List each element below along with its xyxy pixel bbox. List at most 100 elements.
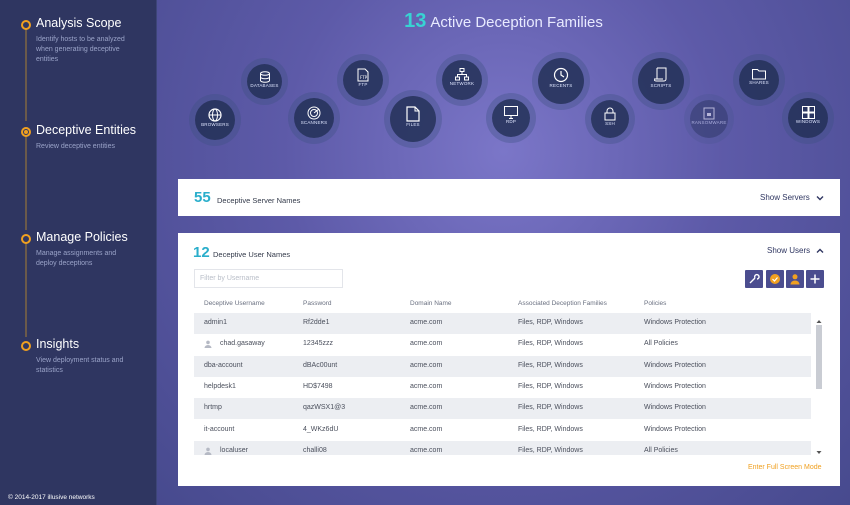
cell-password: dBAc00unt xyxy=(303,362,338,369)
table-row[interactable]: hrtmp qazWSX1@3 acme.com Files, RDP, Window… xyxy=(194,398,811,419)
cell-username: it-account xyxy=(204,426,235,433)
step-title: Deceptive Entities xyxy=(36,123,137,137)
families-heading: 13 Active Deception Families xyxy=(157,10,850,33)
user-icon xyxy=(204,447,212,455)
user-icon xyxy=(790,274,800,285)
families-title: Active Deception Families xyxy=(430,14,603,31)
step-description: Manage assignments and deploy deceptions xyxy=(36,250,117,267)
table-scrollbar[interactable] xyxy=(816,319,822,455)
cell-policy: Windows Protection xyxy=(644,319,706,326)
family-label: SCRIPTS xyxy=(650,83,672,88)
cell-policy: All Policies xyxy=(644,447,678,454)
chevron-down-icon[interactable] xyxy=(816,194,824,202)
family-rdp[interactable]: RDP xyxy=(492,99,530,137)
family-ransomware[interactable]: RANSOMWARE xyxy=(690,100,728,138)
family-windows[interactable]: WINDOWS xyxy=(788,98,828,138)
folder-icon xyxy=(752,69,766,80)
users-card: 12 Deceptive User Names Show Users Filte… xyxy=(178,233,840,486)
scrollbar-thumb[interactable] xyxy=(816,325,822,389)
step-indicator-icon xyxy=(21,20,31,30)
family-label: DATABASES xyxy=(250,83,279,88)
cell-domain: acme.com xyxy=(410,404,443,411)
family-ssh[interactable]: SSH xyxy=(591,100,629,138)
cell-password: HD$7498 xyxy=(303,383,333,390)
scroll-down-icon[interactable] xyxy=(816,450,822,455)
family-network[interactable]: NETWORK xyxy=(442,60,482,100)
cell-domain: acme.com xyxy=(410,426,443,433)
family-label: NETWORK xyxy=(449,81,475,86)
monitor-icon xyxy=(504,106,518,119)
cell-domain: acme.com xyxy=(410,319,443,326)
cell-password: 12345zzz xyxy=(303,340,333,347)
cell-username: dba-account xyxy=(204,362,243,369)
family-shares[interactable]: SHARES xyxy=(739,60,779,100)
add-user-button[interactable] xyxy=(786,270,804,288)
scroll-up-icon[interactable] xyxy=(816,319,822,324)
table-row[interactable]: chad.gasaway 12345zzz acme.com Files, RDP, … xyxy=(194,334,811,355)
chevron-up-icon[interactable] xyxy=(816,247,824,255)
step-indicator-active-icon xyxy=(21,127,31,137)
cell-policy: Windows Protection xyxy=(644,404,706,411)
ransomware-icon xyxy=(703,107,715,120)
column-header-domain[interactable]: Domain Name xyxy=(410,300,452,307)
cell-domain: acme.com xyxy=(410,340,443,347)
cell-password: challi08 xyxy=(303,447,327,454)
windows-icon xyxy=(801,106,815,119)
show-servers-button[interactable]: Show Servers xyxy=(760,193,810,202)
edit-button[interactable] xyxy=(745,270,763,288)
cell-username: admin1 xyxy=(204,319,227,326)
step-title: Manage Policies xyxy=(36,230,128,244)
family-label: RANSOMWARE xyxy=(691,120,727,125)
cell-families: Files, RDP, Windows xyxy=(518,319,583,326)
table-row[interactable]: admin1 Rf2dde1 acme.com Files, RDP, Windows… xyxy=(194,313,811,334)
table-row[interactable]: helpdesk1 HD$7498 acme.com Files, RDP, Wind… xyxy=(194,377,811,398)
table-row[interactable]: localuser challi08 acme.com Files, RDP, Win… xyxy=(194,441,811,455)
families-count: 13 xyxy=(404,10,427,32)
family-files[interactable]: FILES xyxy=(390,96,436,142)
cell-families: Files, RDP, Windows xyxy=(518,404,583,411)
lock-icon xyxy=(604,107,616,121)
clock-icon xyxy=(553,67,569,83)
family-label: SCANNERS xyxy=(300,120,328,125)
cell-families: Files, RDP, Windows xyxy=(518,426,583,433)
cell-username: chad.gasaway xyxy=(220,340,265,347)
step-indicator-icon xyxy=(21,341,31,351)
database-icon xyxy=(259,71,270,83)
cell-families: Files, RDP, Windows xyxy=(518,383,583,390)
servers-card: 55 Deceptive Server Names Show Servers xyxy=(178,179,840,216)
full-screen-link[interactable]: Enter Full Screen Mode xyxy=(748,464,822,471)
family-recents[interactable]: RECENTS xyxy=(538,58,584,104)
cell-families: Files, RDP, Windows xyxy=(518,340,583,347)
step-title: Insights xyxy=(36,337,80,351)
cell-domain: acme.com xyxy=(410,447,443,454)
table-row[interactable]: dba-account dBAc00unt acme.com Files, RDP, … xyxy=(194,356,811,377)
table-row[interactable]: it-account 4_WKz6dU acme.com Files, RDP, Wi… xyxy=(194,420,811,441)
step-title: Analysis Scope xyxy=(36,16,122,30)
username-filter-input[interactable]: Filter by Username xyxy=(194,269,343,288)
globe-icon xyxy=(208,108,222,122)
show-users-button[interactable]: Show Users xyxy=(767,246,810,255)
cell-password: Rf2dde1 xyxy=(303,319,330,326)
cell-domain: acme.com xyxy=(410,383,443,390)
cell-username: hrtmp xyxy=(204,404,222,411)
cell-policy: Windows Protection xyxy=(644,383,706,390)
family-scanners[interactable]: SCANNERS xyxy=(294,98,334,138)
users-count: 12 xyxy=(193,244,210,261)
family-label: RDP xyxy=(505,119,517,124)
badge-check-icon xyxy=(770,274,780,284)
family-databases[interactable]: DATABASES xyxy=(247,64,282,99)
column-header-username[interactable]: Deceptive Username xyxy=(204,300,265,307)
cell-policy: Windows Protection xyxy=(644,426,706,433)
column-header-families[interactable]: Associated Deception Families xyxy=(518,300,607,307)
family-ftp[interactable]: FTP FTP xyxy=(343,60,383,100)
family-browsers[interactable]: BROWSERS xyxy=(195,100,235,140)
approve-button[interactable] xyxy=(766,270,784,288)
column-header-policies[interactable]: Policies xyxy=(644,300,666,307)
family-scripts[interactable]: SCRIPTS xyxy=(638,58,684,104)
step-connector xyxy=(25,28,27,121)
step-description: Review deceptive entities xyxy=(36,143,115,150)
step-indicator-icon xyxy=(21,234,31,244)
column-header-password[interactable]: Password xyxy=(303,300,332,307)
cell-username: helpdesk1 xyxy=(204,383,236,390)
add-button[interactable] xyxy=(806,270,824,288)
